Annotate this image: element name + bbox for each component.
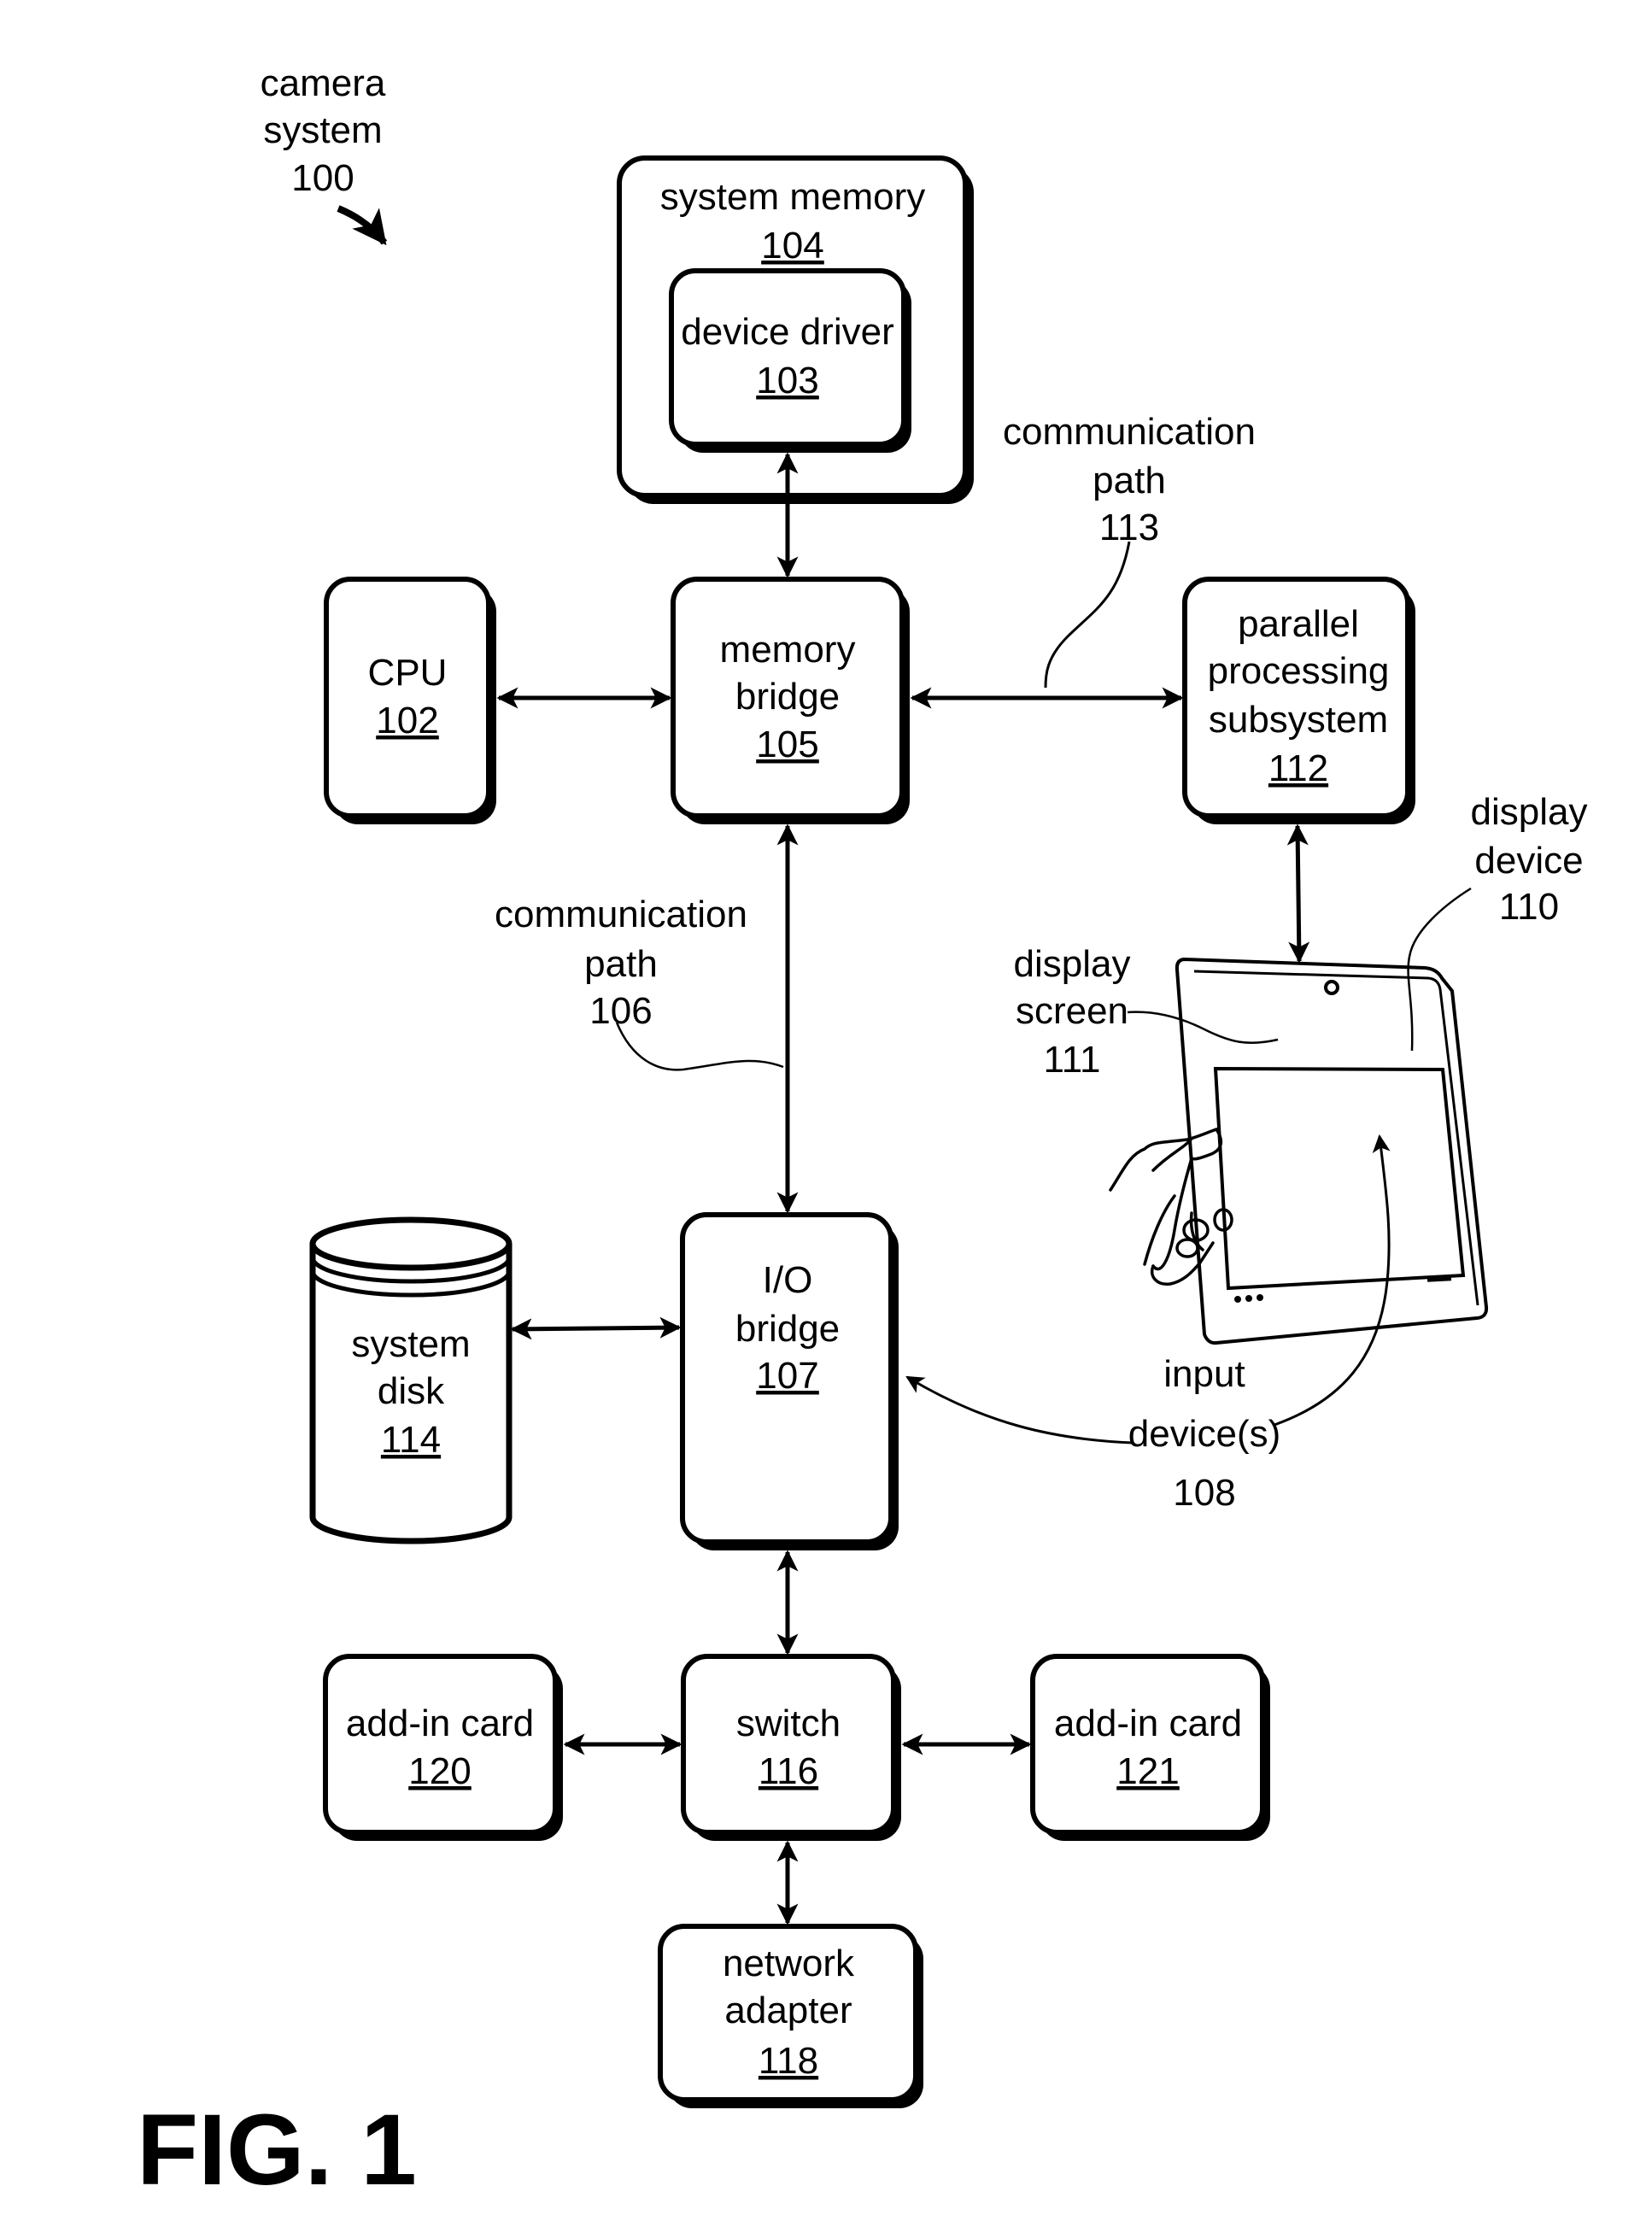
tablet-button-icon (1234, 1296, 1241, 1303)
add-in-card-121-block: add-in card 121 (1030, 1654, 1270, 1841)
system-disk-label-line2: disk (378, 1370, 445, 1412)
display-screen-ref: 111 (1044, 1039, 1101, 1081)
tablet-button-icon (1257, 1294, 1263, 1301)
add-in-card-120-block: add-in card 120 (323, 1654, 563, 1841)
display-screen-line1: display (1014, 943, 1131, 985)
device-driver-label: device driver (681, 311, 893, 353)
memory-bridge-block: memory bridge 105 (671, 577, 910, 824)
parallel-processing-label-line3: subsystem (1209, 699, 1388, 741)
camera-system-label: camera system 100 (261, 62, 388, 246)
tablet-button-icon (1245, 1295, 1252, 1302)
parallel-processing-label-line1: parallel (1238, 603, 1359, 645)
add-in-card-121-ref: 121 (1116, 1750, 1179, 1792)
system-disk-block: system disk 114 (309, 1216, 513, 1544)
system-memory-ref: 104 (761, 225, 823, 267)
parallel-processing-block: parallel processing subsystem 112 (1182, 577, 1415, 824)
cpu-block: CPU 102 (324, 577, 496, 824)
switch-label: switch (736, 1702, 841, 1744)
display-device-tablet (1109, 957, 1489, 1345)
add-in-card-121-label: add-in card (1054, 1702, 1242, 1744)
system-disk-label-line1: system (351, 1323, 470, 1365)
cpu-label: CPU (368, 652, 448, 694)
system-disk-ref: 114 (381, 1419, 441, 1461)
network-adapter-block: network adapter 118 (658, 1924, 923, 2108)
switch-block: switch 116 (681, 1654, 901, 1841)
display-screen-line2: screen (1016, 990, 1128, 1032)
camera-system-label-line1: camera (261, 62, 386, 104)
comm-path-113-line1: communication (1003, 411, 1256, 453)
connector-parallel-display (1286, 823, 1310, 964)
curved-arrow-icon (337, 205, 388, 246)
memory-bridge-label-line1: memory (720, 629, 856, 671)
figure-title: FIG. 1 (137, 2094, 417, 2206)
block-diagram: camera system 100 system memory 104 devi… (137, 62, 1588, 2206)
input-devices-line1: input (1163, 1353, 1245, 1395)
display-device-line1: display (1471, 791, 1588, 833)
parallel-processing-ref: 112 (1268, 747, 1328, 789)
io-bridge-label-line2: bridge (735, 1308, 840, 1350)
memory-bridge-label-line2: bridge (735, 676, 840, 718)
input-devices-line2: device(s) (1128, 1413, 1281, 1455)
io-bridge-label-line1: I/O (763, 1259, 813, 1301)
parallel-processing-label-line2: processing (1208, 650, 1390, 692)
input-devices-ref: 108 (1173, 1472, 1235, 1514)
io-bridge-ref: 107 (756, 1355, 818, 1397)
display-screen-outline (1213, 1066, 1466, 1291)
switch-ref: 116 (759, 1750, 818, 1792)
comm-path-106-line2: path (584, 943, 658, 985)
input-to-io-arrow (905, 1375, 1134, 1445)
display-device-ref: 110 (1499, 886, 1559, 928)
comm-path-113-line2: path (1093, 460, 1166, 501)
camera-lens-icon (1324, 980, 1339, 995)
memory-bridge-ref: 105 (756, 724, 818, 765)
device-driver-block: device driver 103 (669, 268, 911, 453)
cpu-ref: 102 (376, 700, 438, 741)
camera-system-label-line2: system (263, 109, 382, 151)
network-adapter-label-line1: network (723, 1943, 855, 1984)
comm-path-106-callout: communication path 106 (495, 894, 784, 1071)
camera-system-label-ref: 100 (291, 157, 354, 199)
display-device-line2: device (1474, 840, 1583, 882)
add-in-card-120-label: add-in card (346, 1702, 534, 1744)
comm-path-106-ref: 106 (589, 990, 652, 1032)
system-memory-label: system memory (660, 176, 925, 218)
network-adapter-ref: 118 (759, 2040, 818, 2082)
network-adapter-label-line2: adapter (724, 1990, 852, 2031)
add-in-card-120-ref: 120 (408, 1750, 471, 1792)
connector-disk-io-bridge (510, 1316, 682, 1340)
comm-path-106-line1: communication (495, 894, 747, 935)
device-driver-ref: 103 (756, 360, 818, 401)
io-bridge-block: I/O bridge 107 (680, 1212, 899, 1550)
